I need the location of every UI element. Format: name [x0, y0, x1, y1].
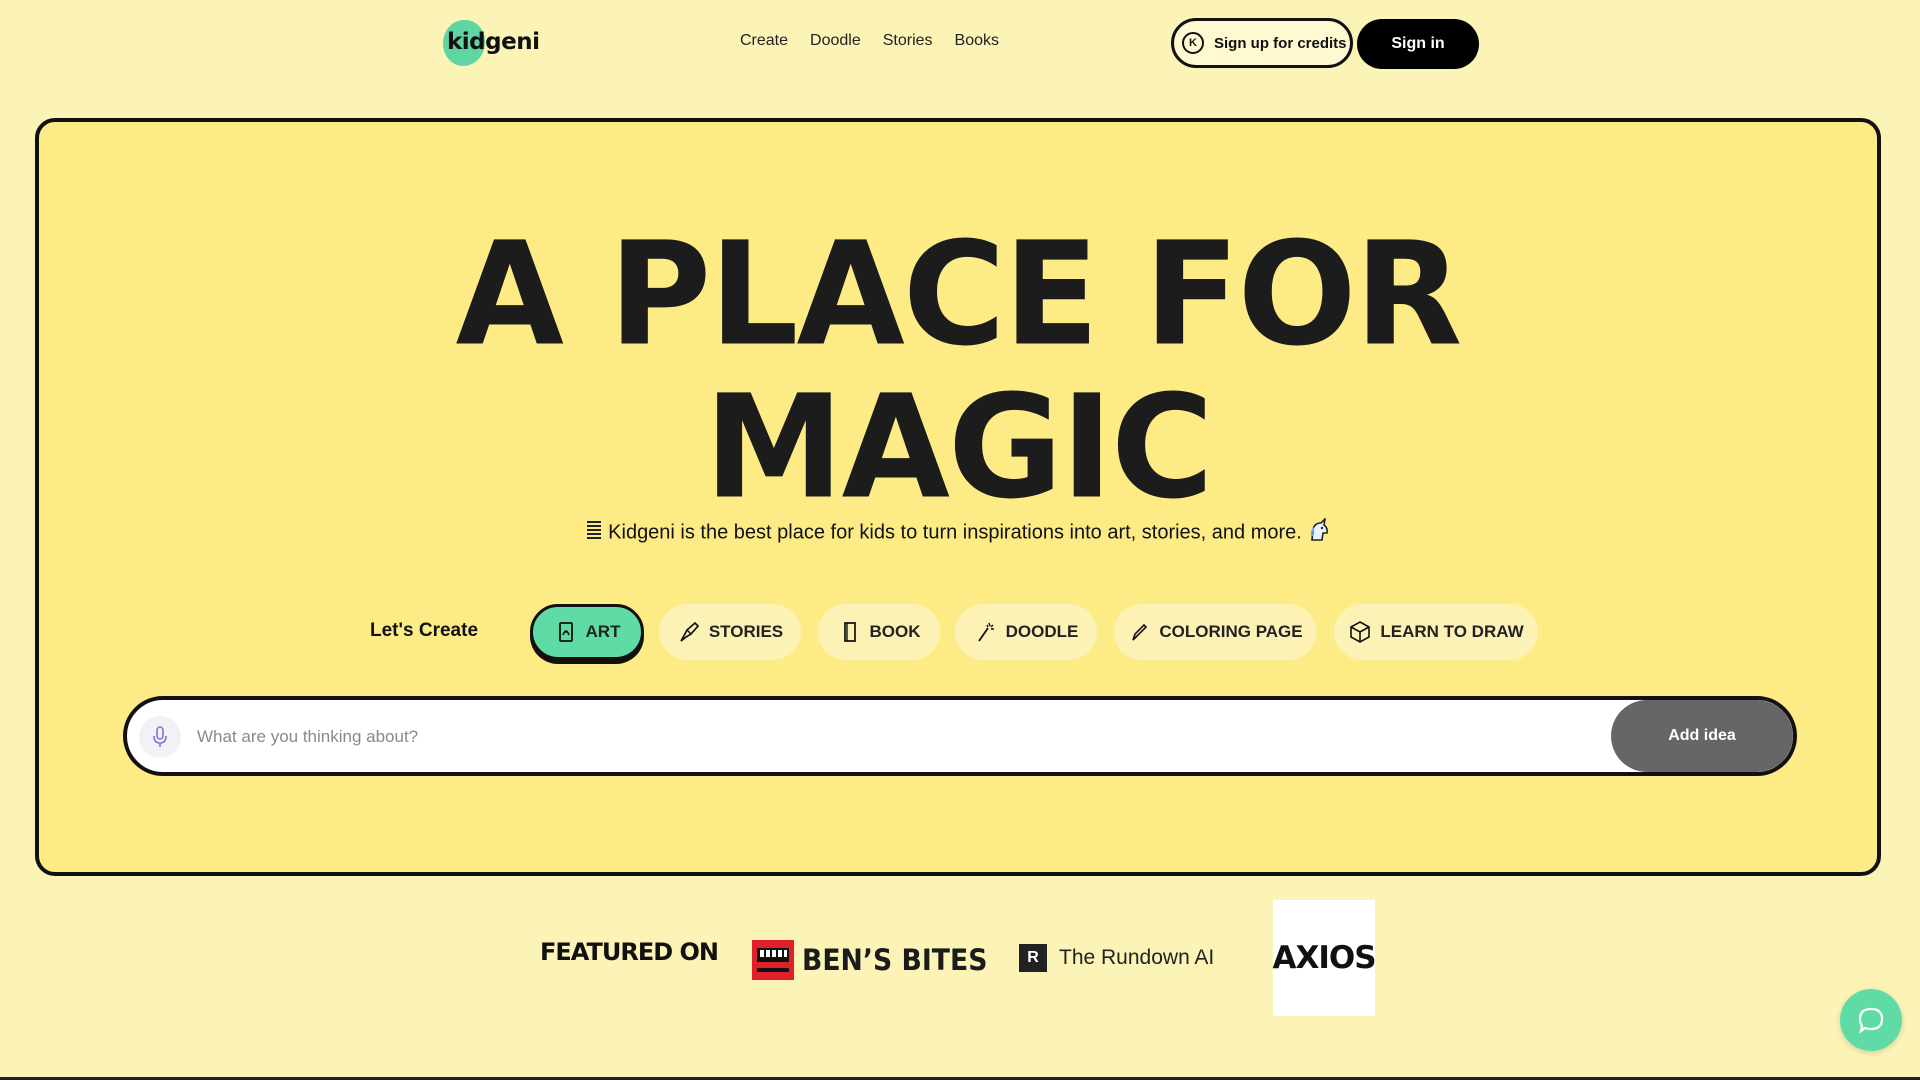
featured-on-strip: FEATURED ON BEN’S BITES R The Rundown AI…	[0, 900, 1920, 1020]
add-idea-button[interactable]: Add idea	[1611, 700, 1793, 772]
main-nav: Create Doodle Stories Books	[740, 32, 1021, 50]
tagline-text: Kidgeni is the best place for kids to tu…	[608, 521, 1302, 544]
hero-tagline: Kidgeni is the best place for kids to tu…	[39, 516, 1877, 548]
microphone-icon	[153, 726, 167, 747]
bens-bites-wordmark: BEN’S BITES	[802, 943, 988, 977]
lets-create-label: Let's Create	[370, 620, 479, 641]
headline-line-1: A PLACE FOR	[455, 211, 1463, 379]
mode-doodle-button[interactable]: DOODLE	[955, 604, 1097, 660]
mode-book-label: BOOK	[869, 622, 921, 641]
create-mode-row: Let's Create ART STORIES BOOK DOODLE COL…	[39, 600, 1877, 662]
mode-learn-to-draw-button[interactable]: LEARN TO DRAW	[1334, 604, 1538, 660]
unicorn-icon	[1308, 516, 1330, 548]
mode-coloring-page-label: COLORING PAGE	[1159, 622, 1303, 641]
pencil-icon	[1132, 623, 1148, 641]
hero-headline: A PLACE FOR MAGIC	[39, 211, 1877, 532]
logo-wordmark: kidgeni	[447, 29, 540, 55]
credits-badge-icon: K	[1182, 32, 1204, 54]
book-stack-icon	[586, 519, 602, 547]
mode-book-button[interactable]: BOOK	[818, 604, 940, 660]
axios-wordmark: AXIOS	[1272, 940, 1376, 976]
hero-panel: A PLACE FOR MAGIC Kidgeni is the best pl…	[35, 118, 1881, 876]
chat-support-button[interactable]	[1840, 989, 1902, 1051]
mode-coloring-page-button[interactable]: COLORING PAGE	[1114, 604, 1316, 660]
featured-on-label: FEATURED ON	[540, 938, 719, 966]
mode-stories-button[interactable]: STORIES	[659, 604, 801, 660]
idea-input[interactable]	[195, 714, 1499, 760]
top-header: kidgeni Create Doodle Stories Books K Si…	[0, 0, 1920, 90]
rundown-ai-logo[interactable]: R The Rundown AI	[1019, 944, 1214, 972]
mode-art-button[interactable]: ART	[530, 604, 644, 660]
mode-doodle-label: DOODLE	[1005, 622, 1079, 641]
book-icon	[843, 622, 856, 642]
cube-icon	[1350, 621, 1371, 643]
bens-bites-icon	[752, 940, 794, 980]
art-icon	[558, 622, 573, 642]
nav-create[interactable]: Create	[740, 32, 788, 50]
nav-stories[interactable]: Stories	[883, 32, 933, 50]
sign-in-button[interactable]: Sign in	[1357, 19, 1479, 69]
nav-books[interactable]: Books	[955, 32, 999, 50]
axios-logo[interactable]: AXIOS	[1272, 900, 1377, 1016]
rundown-mark-icon: R	[1019, 944, 1047, 972]
headline-line-2: MAGIC	[704, 364, 1213, 532]
mode-learn-to-draw-label: LEARN TO DRAW	[1380, 622, 1524, 641]
nav-doodle[interactable]: Doodle	[810, 32, 861, 50]
rundown-ai-wordmark: The Rundown AI	[1059, 946, 1215, 969]
idea-prompt-bar: Add idea	[123, 696, 1797, 776]
microphone-button[interactable]	[139, 716, 181, 758]
doodle-icon	[977, 622, 994, 642]
mode-art-label: ART	[585, 622, 621, 641]
bens-bites-logo[interactable]: BEN’S BITES	[752, 940, 1004, 980]
sign-up-for-credits-button[interactable]: K Sign up for credits	[1171, 18, 1353, 68]
sign-up-label: Sign up for credits	[1214, 34, 1347, 52]
kidgeni-logo[interactable]: kidgeni	[441, 20, 540, 68]
stories-icon	[680, 621, 699, 642]
chat-bubble-icon	[1858, 1007, 1884, 1034]
mode-stories-label: STORIES	[708, 622, 784, 641]
